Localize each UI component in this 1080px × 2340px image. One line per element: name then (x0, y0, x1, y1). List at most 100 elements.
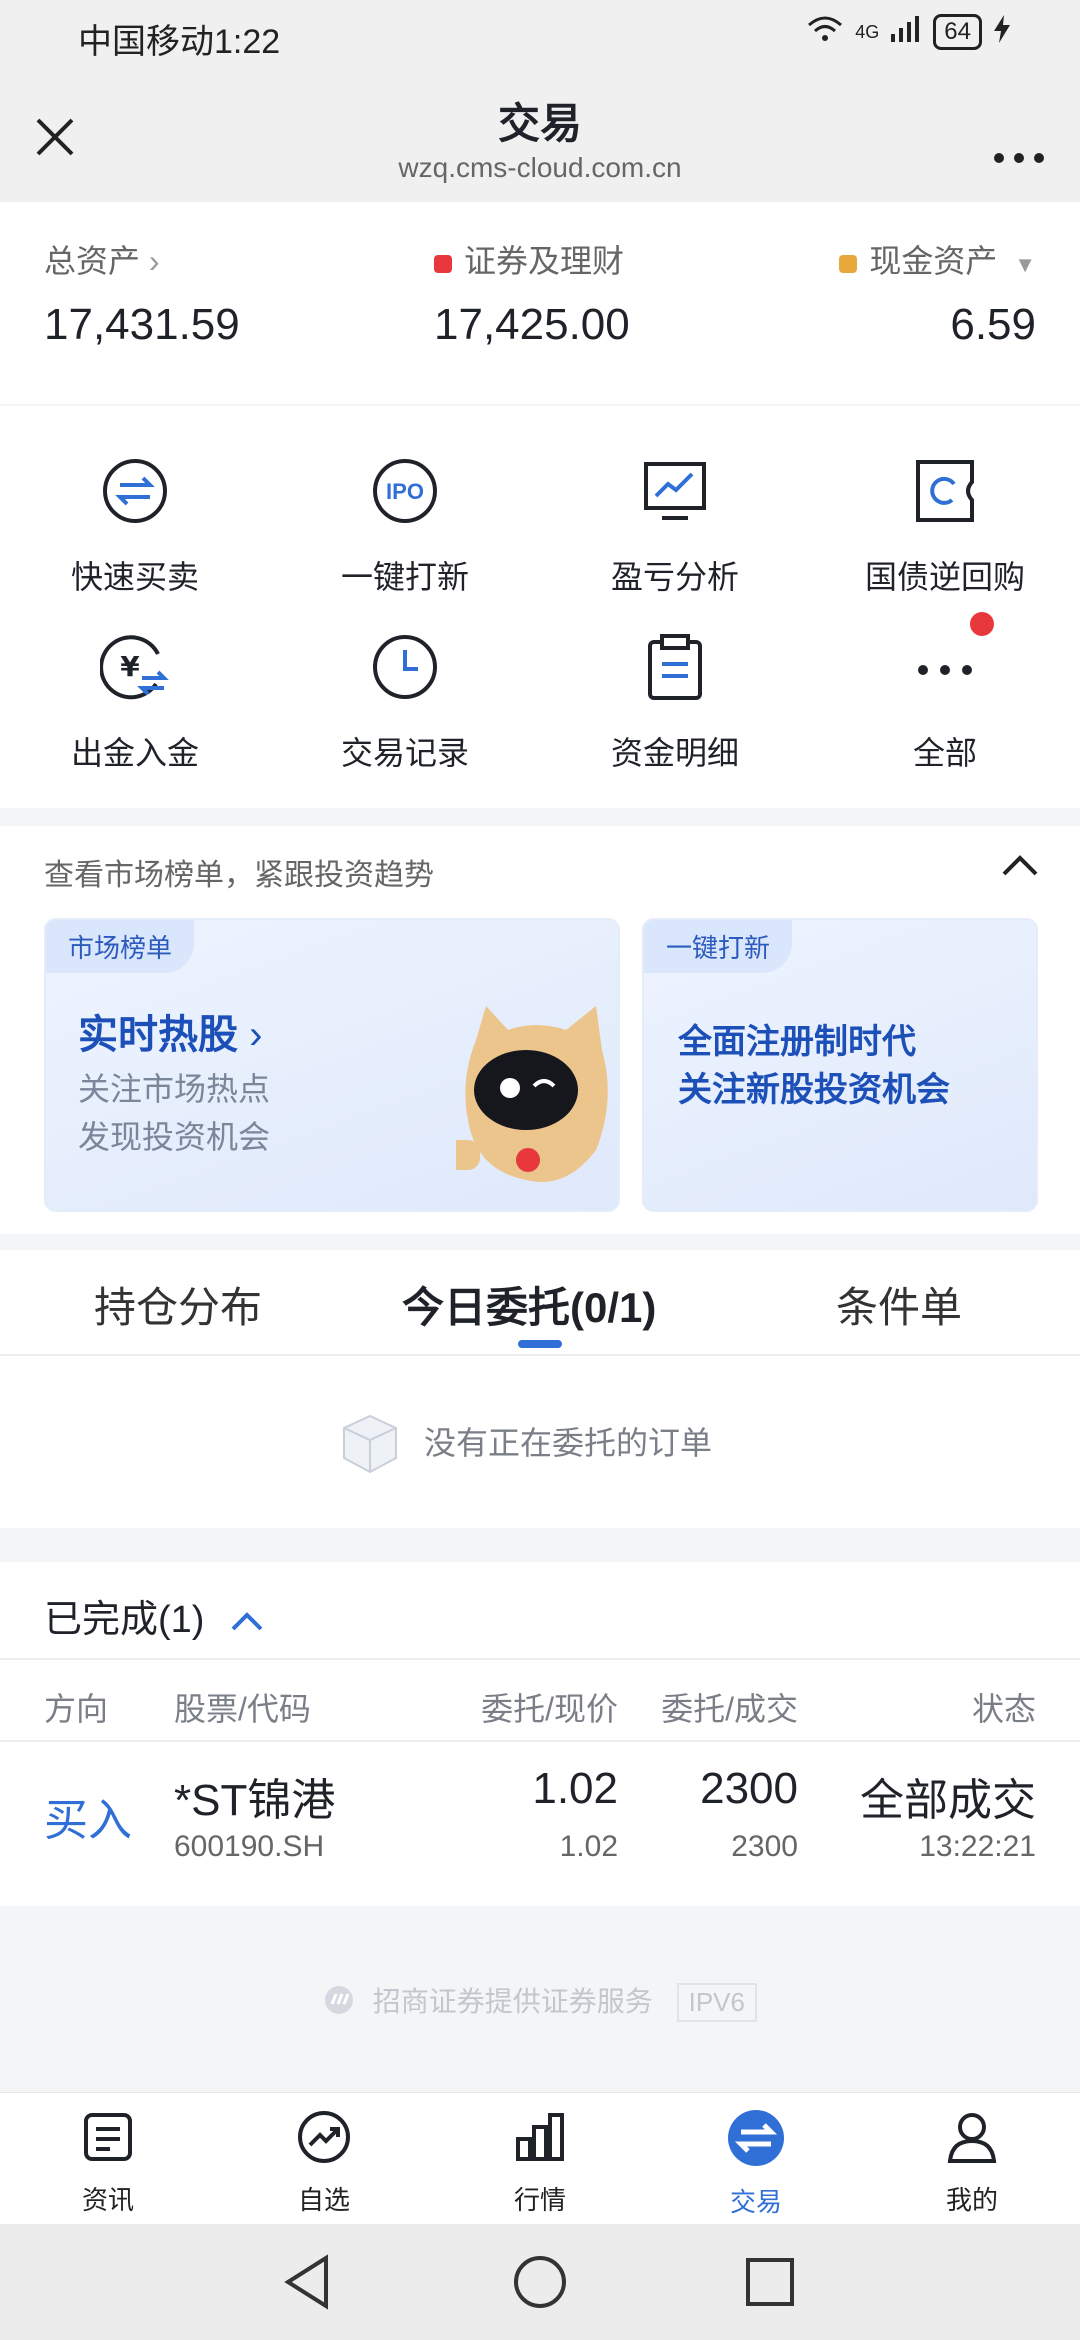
tab-conditional-orders[interactable]: 条件单 (836, 1274, 962, 1335)
nav-label: 交易 (729, 2187, 782, 2217)
order-price: 1.02 (532, 1764, 618, 1813)
card-title-link: 实时热股 › (78, 1002, 262, 1060)
tab-holdings[interactable]: 持仓分布 (94, 1274, 262, 1335)
user-icon (947, 2113, 997, 2163)
nav-label: 自选 (297, 2185, 350, 2215)
quick-action-transfer[interactable]: ¥ 出金入金 (0, 632, 270, 774)
yuan-transfer-icon: ¥ (99, 632, 170, 702)
empty-box-icon (340, 1412, 400, 1481)
completed-section: 已完成(1) 方向 股票/代码 委托/现价 委托/成交 状态 买入 *ST锦港 … (0, 1562, 1080, 1906)
divider (0, 1658, 1080, 1660)
carrier-time: 中国移动1:22 (78, 23, 281, 61)
quick-action-reverse-repo[interactable]: 国债逆回购 (810, 456, 1080, 598)
status-bar: 中国移动1:22 4G 64 (0, 0, 1080, 72)
filled-qty: 2300 (731, 1830, 798, 1863)
clock-icon (370, 632, 440, 702)
chevron-up-icon (1002, 855, 1038, 876)
collapse-button[interactable] (1000, 854, 1040, 883)
trade-icon (728, 2110, 784, 2166)
cash-label: 现金资产 (869, 243, 998, 279)
back-button[interactable] (282, 2254, 332, 2315)
ticket-icon (910, 456, 980, 526)
nav-label: 行情 (513, 2185, 566, 2215)
nav-label: 资讯 (81, 2185, 134, 2215)
securities-label: 证券及理财 (464, 243, 625, 279)
news-icon (84, 2113, 132, 2161)
active-tab-indicator (518, 1340, 562, 1348)
nav-label: 我的 (945, 2185, 998, 2215)
ipo-card[interactable]: 一键打新 全面注册制时代 关注新股投资机会 (642, 918, 1038, 1212)
nav-trade[interactable]: 交易 (648, 2109, 864, 2219)
chevron-right-icon: › (148, 243, 160, 279)
tab-today-orders[interactable]: 今日委托(0/1) (402, 1274, 656, 1335)
total-assets-label: 总资产 (44, 243, 141, 279)
total-assets-link[interactable]: 总资产 › (44, 236, 160, 282)
hot-stocks-card[interactable]: 市场榜单 实时热股 › 关注市场热点 发现投资机会 (44, 918, 620, 1212)
signal-icon (891, 15, 921, 49)
quick-action-label: 一键打新 (340, 559, 469, 595)
bar-chart-icon (516, 2113, 564, 2161)
col-direction: 方向 (44, 1691, 109, 1727)
col-qty: 委托/成交 (661, 1691, 798, 1727)
securities-legend: 证券及理财 (434, 236, 624, 282)
quick-actions: 快速买卖 IPO 一键打新 盈亏分析 国债逆回购 ¥ 出金入金 交易记录 资金明… (0, 406, 1080, 808)
quick-action-fund-details[interactable]: 资金明细 (540, 632, 810, 774)
monitor-chart-icon (640, 456, 710, 526)
quick-action-label: 资金明细 (610, 735, 739, 771)
cash-dot (839, 254, 858, 273)
clipboard-icon (640, 632, 710, 702)
svg-text:IPO: IPO (386, 479, 424, 504)
order-qty: 2300 (700, 1764, 798, 1813)
caret-down-icon: ▼ (1014, 252, 1036, 277)
ipo-icon: IPO (370, 456, 440, 526)
quick-action-label: 盈亏分析 (610, 559, 739, 595)
card-line-1: 全面注册制时代 (678, 1023, 916, 1061)
cash-value: 6.59 (950, 300, 1036, 349)
market-heading: 查看市场榜单，紧跟投资趋势 (44, 859, 434, 892)
cash-assets-dropdown[interactable]: 现金资产 ▼ (839, 236, 1036, 282)
completed-title: 已完成(1) (44, 1599, 205, 1641)
recents-square-icon (746, 2258, 794, 2306)
mascot-illustration (446, 1000, 616, 1210)
bottom-nav: 资讯 自选 行情 交易 我的 (0, 2092, 1080, 2225)
card-title: 实时热股 (78, 1013, 238, 1057)
asset-summary: 总资产 › 17,431.59 证券及理财 17,425.00 现金资产 ▼ 6… (0, 202, 1080, 404)
quick-action-label: 全部 (912, 735, 977, 771)
more-menu-button[interactable] (992, 130, 1046, 175)
order-time: 13:22:21 (919, 1830, 1036, 1863)
svg-text:¥: ¥ (120, 650, 140, 683)
order-status: 全部成交 (860, 1776, 1036, 1825)
cms-logo-icon (323, 1984, 355, 2023)
completed-toggle[interactable]: 已完成(1) (44, 1588, 265, 1643)
wifi-icon (807, 15, 843, 50)
home-circle-icon (514, 2256, 566, 2308)
orders-section: 持仓分布 今日委托(0/1) 条件单 没有正在委托的订单 (0, 1250, 1080, 1528)
status-icons: 4G 64 (807, 14, 1010, 50)
nav-profile[interactable]: 我的 (864, 2109, 1080, 2217)
chevron-up-icon (231, 1612, 263, 1631)
card-line-2: 关注新股投资机会 (678, 1071, 950, 1109)
col-stock: 股票/代码 (174, 1691, 311, 1727)
service-footer: 招商证券提供证券服务 IPV6 (0, 1980, 1080, 2023)
total-assets-value: 17,431.59 (44, 300, 240, 349)
nav-news[interactable]: 资讯 (0, 2109, 216, 2217)
nav-watchlist[interactable]: 自选 (216, 2109, 432, 2217)
page-title: 交易 (497, 100, 582, 147)
page-url: wzq.cms-cloud.com.cn (398, 152, 682, 183)
charging-icon (994, 14, 1010, 50)
swap-circle-icon (100, 456, 170, 526)
quick-action-pnl-analysis[interactable]: 盈亏分析 (540, 456, 810, 598)
nav-market[interactable]: 行情 (432, 2109, 648, 2217)
quick-action-all[interactable]: 全部 (810, 612, 1080, 774)
home-button[interactable] (512, 2254, 568, 2315)
quick-action-fast-trade[interactable]: 快速买卖 (0, 456, 270, 598)
card-line-2: 发现投资机会 (78, 1119, 271, 1155)
table-row[interactable]: 买入 *ST锦港 600190.SH 1.02 1.02 2300 2300 全… (0, 1742, 1080, 1906)
quick-action-label: 快速买卖 (70, 559, 199, 595)
network-label: 4G (855, 21, 880, 42)
card-line-1: 关注市场热点 (78, 1071, 271, 1107)
quick-action-ipo[interactable]: IPO 一键打新 (270, 456, 540, 598)
securities-value: 17,425.00 (434, 300, 630, 349)
quick-action-trade-records[interactable]: 交易记录 (270, 632, 540, 774)
recents-button[interactable] (744, 2256, 796, 2313)
